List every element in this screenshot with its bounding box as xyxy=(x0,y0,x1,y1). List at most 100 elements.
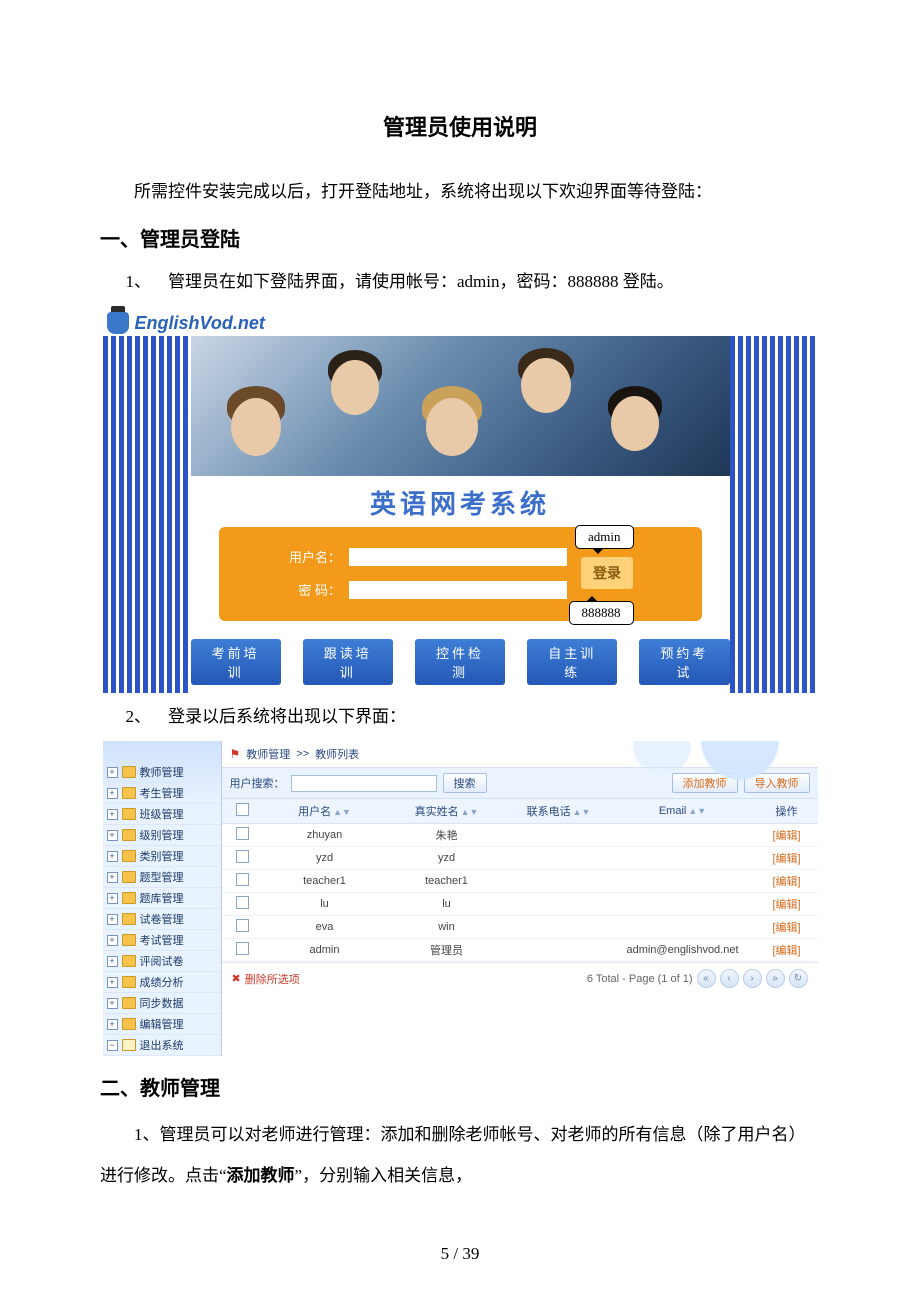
sort-icon[interactable]: ▲▼ xyxy=(688,806,706,816)
sidebar-item[interactable]: + 评阅试卷 xyxy=(103,950,221,971)
delete-selected-link[interactable]: 删除所选项 xyxy=(245,971,300,987)
callout-password: 888888 xyxy=(569,601,634,625)
sidebar-item-label: 退出系统 xyxy=(140,1037,184,1053)
cell-tel xyxy=(508,939,610,962)
password-input[interactable] xyxy=(349,581,567,599)
pager-last[interactable]: » xyxy=(766,969,785,988)
expand-icon[interactable]: + xyxy=(107,914,118,925)
cell-realname: teacher1 xyxy=(386,870,508,893)
sidebar-item[interactable]: +考生管理 xyxy=(103,782,221,803)
nav-btn-4[interactable]: 预约考试 xyxy=(639,639,729,685)
sidebar-item[interactable]: +考试管理 xyxy=(103,929,221,950)
right-stripe xyxy=(730,336,818,476)
crumb-a: 教师管理 xyxy=(246,746,290,762)
main-panel: ⚑ 教师管理 >> 教师列表 用户搜索： 搜索 添加教师 导入教师 用户名▲▼真… xyxy=(222,741,818,1056)
nav-btn-1[interactable]: 跟读培训 xyxy=(303,639,393,685)
callout-username: admin xyxy=(575,525,634,549)
expand-icon[interactable]: + xyxy=(107,1019,118,1030)
edit-link[interactable]: [编辑] xyxy=(772,830,800,842)
folder-icon xyxy=(122,1018,136,1030)
row-checkbox[interactable] xyxy=(236,873,249,886)
login-screenshot: EnglishVod.net 英语网考系统 用户名： xyxy=(103,306,818,693)
sort-icon[interactable]: ▲▼ xyxy=(573,807,591,817)
pager-refresh[interactable]: ↻ xyxy=(789,969,808,988)
sidebar-item[interactable]: +同步数据 xyxy=(103,992,221,1013)
expand-icon[interactable]: + xyxy=(107,998,118,1009)
cell-email xyxy=(610,916,756,939)
sidebar-item[interactable]: +教师管理 xyxy=(103,761,221,782)
sort-icon[interactable]: ▲▼ xyxy=(461,807,479,817)
sidebar-item-label: 编辑管理 xyxy=(140,1016,184,1032)
folder-icon xyxy=(122,766,136,778)
sidebar-item[interactable]: + 班级管理 xyxy=(103,803,221,824)
edit-link[interactable]: [编辑] xyxy=(772,876,800,888)
nav-btn-3[interactable]: 自主训练 xyxy=(527,639,617,685)
expand-icon[interactable]: + xyxy=(107,977,118,988)
cell-email xyxy=(610,847,756,870)
sidebar-item-label: 成绩分析 xyxy=(140,974,184,990)
row-checkbox[interactable] xyxy=(236,850,249,863)
delete-selected-icon[interactable]: ✖ xyxy=(232,972,241,985)
username-input[interactable] xyxy=(349,548,567,566)
row-checkbox[interactable] xyxy=(236,942,249,955)
username-label: 用户名： xyxy=(287,547,341,566)
expand-icon[interactable]: + xyxy=(107,851,118,862)
folder-icon xyxy=(122,955,136,967)
edit-link[interactable]: [编辑] xyxy=(772,945,800,957)
login-button[interactable]: 登录 xyxy=(581,557,633,589)
cell-tel xyxy=(508,824,610,847)
flag-icon: ⚑ xyxy=(230,747,241,761)
pager-first[interactable]: « xyxy=(697,969,716,988)
system-title: 英语网考系统 xyxy=(191,484,730,521)
banner-image xyxy=(191,336,730,476)
column-header[interactable]: 用户名▲▼ xyxy=(264,799,386,824)
pager-next[interactable]: › xyxy=(743,969,762,988)
page-number: 5 / 39 xyxy=(0,1244,920,1264)
section1-item1: 1、 管理员在如下登陆界面，请使用帐号：admin，密码：888888 登陆。 xyxy=(126,266,821,298)
expand-icon[interactable]: + xyxy=(107,935,118,946)
edit-link[interactable]: [编辑] xyxy=(772,922,800,934)
cell-username: teacher1 xyxy=(264,870,386,893)
row-checkbox[interactable] xyxy=(236,919,249,932)
select-all-checkbox[interactable] xyxy=(236,803,249,816)
nav-btn-2[interactable]: 控件检测 xyxy=(415,639,505,685)
sidebar-item-label: 评阅试卷 xyxy=(140,953,184,969)
sidebar-item[interactable]: +类别管理 xyxy=(103,845,221,866)
sort-icon[interactable]: ▲▼ xyxy=(333,807,351,817)
expand-icon[interactable]: − xyxy=(107,1040,118,1051)
nav-btn-0[interactable]: 考前培训 xyxy=(191,639,281,685)
edit-link[interactable]: [编辑] xyxy=(772,899,800,911)
sidebar-item[interactable]: + 成绩分析 xyxy=(103,971,221,992)
sidebar-item-label: 题型管理 xyxy=(140,869,184,885)
column-header[interactable]: 真实姓名▲▼ xyxy=(386,799,508,824)
expand-icon[interactable]: + xyxy=(107,788,118,799)
sidebar-item[interactable]: − 退出系统 xyxy=(103,1034,221,1056)
pager-prev[interactable]: ‹ xyxy=(720,969,739,988)
pager-text: 6 Total - Page (1 of 1) xyxy=(587,973,693,985)
column-header[interactable]: Email▲▼ xyxy=(610,799,756,824)
section2-heading: 二、教师管理 xyxy=(100,1072,820,1101)
admin-screenshot: +教师管理+考生管理+班级管理+级别管理+类别管理+题型管理+题库管理+试卷管理… xyxy=(103,741,818,1056)
column-header[interactable]: 联系电话▲▼ xyxy=(508,799,610,824)
expand-icon[interactable]: + xyxy=(107,767,118,778)
sidebar-item-label: 班级管理 xyxy=(140,806,184,822)
sidebar-item[interactable]: +级别管理 xyxy=(103,824,221,845)
expand-icon[interactable]: + xyxy=(107,956,118,967)
expand-icon[interactable]: + xyxy=(107,809,118,820)
expand-icon[interactable]: + xyxy=(107,893,118,904)
expand-icon[interactable]: + xyxy=(107,872,118,883)
cell-realname: 管理员 xyxy=(386,939,508,962)
search-button[interactable]: 搜索 xyxy=(443,773,487,793)
sidebar-item[interactable]: + 题型管理 xyxy=(103,866,221,887)
row-checkbox[interactable] xyxy=(236,827,249,840)
sidebar-item[interactable]: + 编辑管理 xyxy=(103,1013,221,1034)
search-input[interactable] xyxy=(291,775,437,792)
sidebar: +教师管理+考生管理+班级管理+级别管理+类别管理+题型管理+题库管理+试卷管理… xyxy=(103,741,222,1056)
expand-icon[interactable]: + xyxy=(107,830,118,841)
sidebar-item[interactable]: +试卷管理 xyxy=(103,908,221,929)
row-checkbox[interactable] xyxy=(236,896,249,909)
sidebar-item[interactable]: +题库管理 xyxy=(103,887,221,908)
crumb-b: 教师列表 xyxy=(315,746,359,762)
edit-link[interactable]: [编辑] xyxy=(772,853,800,865)
folder-icon xyxy=(122,1039,136,1051)
